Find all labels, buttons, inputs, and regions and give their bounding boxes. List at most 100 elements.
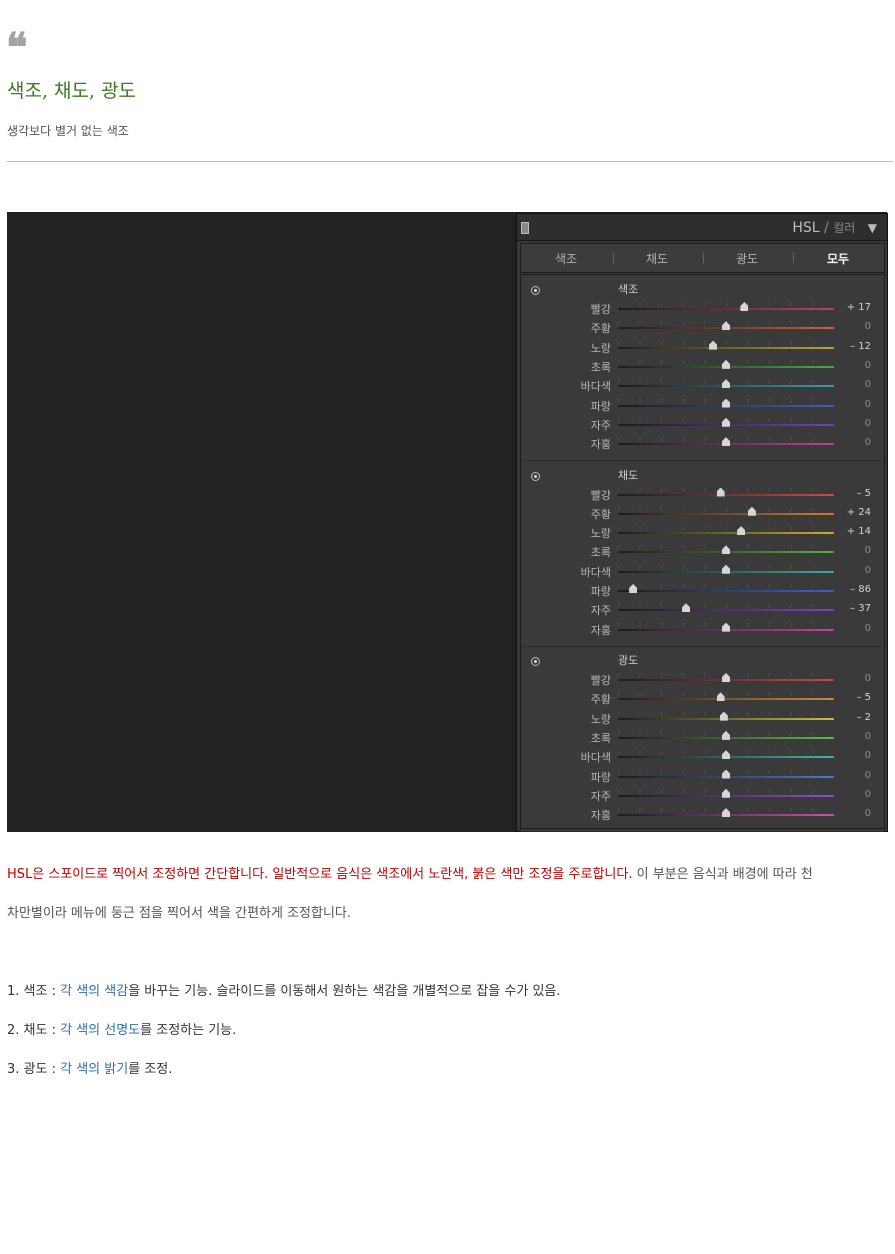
page-title: 색조, 채도, 광도 (7, 80, 137, 102)
slider-label: 빨강 (590, 674, 611, 687)
slider-track[interactable] (618, 609, 834, 612)
slider-track[interactable] (618, 512, 834, 515)
slider-value[interactable]: + 17 (847, 302, 871, 313)
slider-value[interactable]: 0 (865, 399, 871, 410)
section-hue: 색조 빨강 + 17 주황 0 노랑 – 12 초록 0 바다색 0 파랑 0 자주 0 자홍 0 (521, 275, 884, 461)
slider-track[interactable] (618, 493, 834, 496)
slider-value[interactable]: – 5 (856, 488, 871, 499)
quote-mark-icon: ❝ (6, 24, 27, 71)
slider-label: 주황 (590, 507, 611, 521)
body-paragraph-2: 차만별이라 메뉴에 둥근 점을 찍어서 색을 간편하게 조정합니다. (7, 906, 352, 921)
slider-value[interactable]: 0 (865, 808, 871, 819)
slider-ticks (618, 526, 834, 531)
slider-row: 파랑 0 (521, 767, 884, 786)
section-label: 색조 (618, 283, 639, 296)
slider-row: 초록 0 (521, 357, 884, 376)
slider-ticks (618, 340, 834, 345)
list-item-hue: 1. 색조 : 각 색의 색감을 바꾸는 기능. 슬라이드를 이동해서 원하는 … (7, 980, 561, 999)
panel-title-color[interactable]: 컬러 (833, 221, 855, 235)
slider-track[interactable] (618, 698, 834, 701)
list-prefix: 1. 색조 : (7, 984, 61, 999)
panel-switch-icon[interactable] (521, 222, 529, 234)
slider-track[interactable] (618, 308, 834, 310)
body-paragraph-1: HSL은 스포이드로 찍어서 조정하면 간단합니다. 일반적으로 음식은 색조에… (7, 863, 813, 882)
slider-track[interactable] (618, 532, 834, 535)
slider-label: 빨강 (590, 303, 611, 316)
slider-value[interactable]: – 5 (856, 692, 871, 703)
photo-area (7, 212, 512, 832)
hsl-tabs: 색조 채도 광도 모두 (520, 243, 885, 273)
slider-label: 자홍 (590, 623, 611, 637)
slider-row: 바다색 0 (521, 747, 884, 766)
section-label: 채도 (618, 468, 639, 482)
slider-row: 노랑 + 14 (521, 523, 884, 542)
lightroom-screenshot: HSL / 컬러 ▼ 색조 채도 광도 모두 색조 빨강 + 17 주황 0 노랑 – 12… (7, 212, 888, 832)
slider-label: 초록 (590, 360, 611, 374)
slider-value[interactable]: – 12 (850, 341, 871, 352)
slider-row: 노랑 – 12 (521, 338, 884, 357)
slider-label: 자주 (590, 418, 611, 432)
slider-value[interactable]: 0 (865, 418, 871, 429)
slider-row: 자주 0 (521, 786, 884, 805)
slider-label: 초록 (590, 546, 611, 560)
list-highlight: 각 색의 밝기 (60, 1062, 129, 1077)
slider-value[interactable]: 0 (865, 360, 871, 371)
slider-value[interactable]: + 24 (847, 507, 871, 518)
slider-value[interactable]: 0 (865, 545, 871, 556)
slider-row: 빨강 – 5 (521, 485, 884, 504)
list-highlight: 각 색의 색감 (60, 984, 129, 999)
slider-ticks (618, 584, 834, 588)
slider-value[interactable]: – 86 (850, 584, 871, 595)
slider-label: 바다색 (580, 380, 611, 394)
slider-value[interactable]: – 2 (856, 712, 871, 723)
slider-row: 자홍 0 (521, 434, 884, 453)
slider-row: 자홍 0 (521, 620, 884, 639)
slider-label: 노랑 (590, 527, 611, 541)
slider-value[interactable]: 0 (865, 321, 871, 332)
slider-row: 자주 – 37 (521, 600, 884, 619)
slider-value[interactable]: – 37 (850, 603, 871, 614)
slider-value[interactable]: 0 (865, 565, 871, 576)
tab-all[interactable]: 모두 (808, 250, 868, 267)
slider-row: 초록 0 (521, 728, 884, 747)
panel-title[interactable]: HSL / 컬러 ▼ (792, 219, 877, 236)
slider-label: 자주 (590, 604, 611, 618)
slider-ticks (618, 506, 834, 511)
list-rest: 을 바꾸는 기능. 슬라이드를 이동해서 원하는 색감을 개별적으로 잡을 수가… (128, 984, 561, 999)
slider-value[interactable]: 0 (865, 731, 871, 742)
slider-track[interactable] (618, 346, 834, 349)
slider-track[interactable] (618, 590, 834, 592)
divider (7, 161, 893, 162)
tab-saturation[interactable]: 채도 (627, 250, 687, 267)
target-adjust-icon[interactable] (531, 657, 540, 666)
list-item-luminance: 3. 광도 : 각 색의 밝기를 조정. (7, 1058, 172, 1077)
slider-row: 파랑 0 (521, 396, 884, 415)
slider-label: 자홍 (590, 809, 611, 823)
hsl-panel: HSL / 컬러 ▼ 색조 채도 광도 모두 색조 빨강 + 17 주황 0 노랑 – 12… (516, 213, 888, 832)
list-rest: 를 조정. (128, 1062, 173, 1077)
list-prefix: 3. 광도 : (7, 1062, 61, 1077)
slider-label: 바다색 (580, 565, 611, 579)
tab-hue[interactable]: 색조 (536, 250, 596, 267)
slider-value[interactable]: 0 (865, 750, 871, 761)
list-highlight: 각 색의 선명도 (60, 1023, 141, 1038)
slider-value[interactable]: + 14 (847, 526, 871, 537)
slider-row: 자주 0 (521, 415, 884, 434)
triangle-down-icon[interactable]: ▼ (868, 221, 877, 235)
slider-row: 초록 0 (521, 542, 884, 561)
slider-label: 파랑 (590, 585, 611, 598)
tab-luminance[interactable]: 광도 (717, 250, 777, 267)
target-adjust-icon[interactable] (531, 286, 540, 295)
slider-value[interactable]: 0 (865, 789, 871, 800)
slider-ticks (618, 302, 834, 306)
slider-value[interactable]: 0 (865, 437, 871, 448)
panel-header: HSL / 컬러 ▼ (517, 214, 887, 241)
slider-value[interactable]: 0 (865, 673, 871, 684)
slider-value[interactable]: 0 (865, 770, 871, 781)
slider-label: 초록 (590, 731, 611, 745)
slider-value[interactable]: 0 (865, 623, 871, 634)
target-adjust-icon[interactable] (531, 471, 540, 481)
slider-value[interactable]: 0 (865, 379, 871, 390)
slider-label: 노랑 (590, 712, 611, 726)
body-text: 이 부분은 음식과 배경에 따라 천 (632, 867, 813, 882)
